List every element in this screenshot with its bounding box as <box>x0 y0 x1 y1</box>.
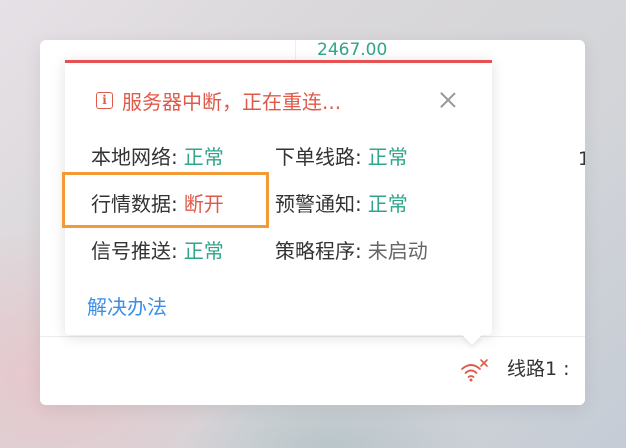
popup-header: i 服务器中断，正在重连... <box>96 85 341 115</box>
status-value: 正常 <box>183 144 224 169</box>
line-status-label[interactable]: 线路1 : <box>507 354 570 381</box>
wifi-disconnected-icon[interactable] <box>459 358 489 384</box>
status-value: 正常 <box>183 238 224 263</box>
status-label: 信号推送: <box>91 238 178 263</box>
status-alert-notification: 预警通知: 正常 <box>275 187 408 217</box>
popup-title: 服务器中断，正在重连... <box>122 89 342 114</box>
status-signal-push: 信号推送: 正常 <box>91 234 224 264</box>
column-divider <box>295 40 296 60</box>
highlight-annotation-box <box>62 172 269 228</box>
status-value: 正常 <box>367 144 408 169</box>
status-value: 正常 <box>367 191 408 216</box>
close-icon[interactable] <box>437 89 459 111</box>
status-order-line: 下单线路: 正常 <box>275 140 408 170</box>
side-digit: 1 <box>578 148 585 170</box>
status-strategy-program: 策略程序: 未启动 <box>275 234 428 264</box>
info-icon: i <box>96 91 113 109</box>
status-bar: 线路1 : <box>40 336 585 405</box>
solution-link[interactable]: 解决办法 <box>87 291 167 320</box>
status-label: 下单线路: <box>275 144 362 169</box>
status-value: 未启动 <box>367 238 428 263</box>
status-local-network: 本地网络: 正常 <box>91 140 224 170</box>
status-label: 本地网络: <box>91 144 178 169</box>
status-label: 策略程序: <box>275 238 362 263</box>
price-value: 2467.00 <box>317 40 388 60</box>
status-label: 预警通知: <box>275 191 362 216</box>
